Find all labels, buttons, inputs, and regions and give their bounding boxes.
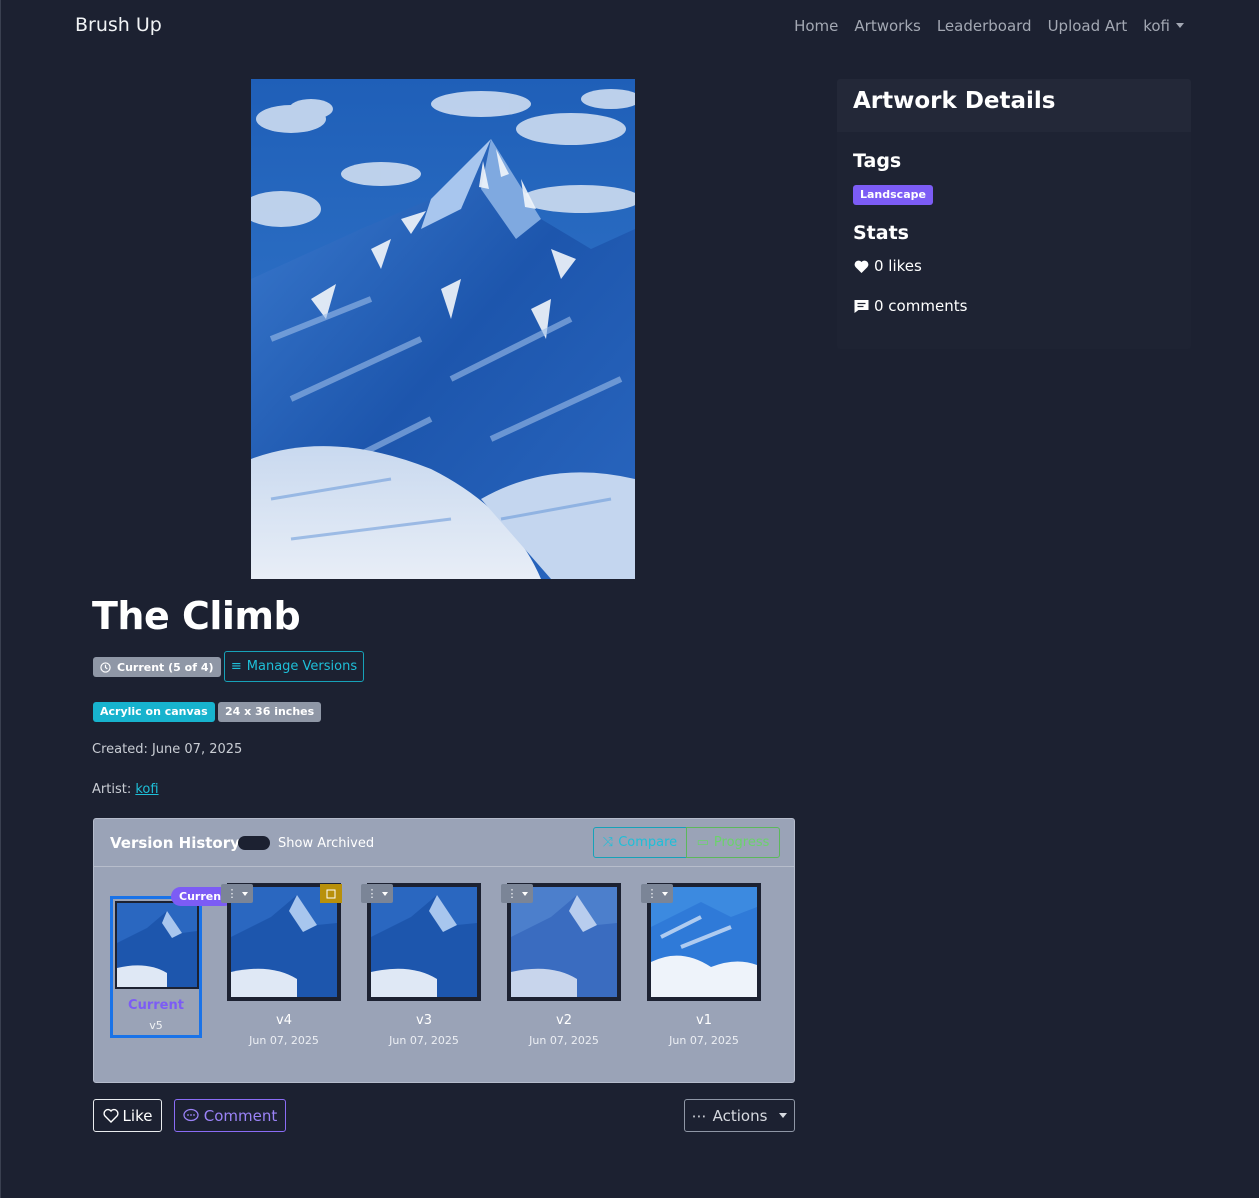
version-v3-label: v3	[416, 1013, 432, 1028]
version-current-label: Current	[128, 998, 184, 1013]
comment-button[interactable]: Comment	[174, 1099, 286, 1132]
details-title: Artwork Details	[853, 88, 1056, 114]
likes-count: 0 likes	[874, 257, 922, 275]
version-v2-date: Jun 07, 2025	[529, 1034, 599, 1047]
user-menu[interactable]: kofi	[1143, 17, 1184, 35]
brand-logo[interactable]: Brush Up	[75, 14, 162, 36]
version-v2-label: v2	[556, 1013, 572, 1028]
artist-link[interactable]: kofi	[135, 782, 158, 797]
artwork-title: The Climb	[92, 594, 301, 638]
version-current-card[interactable]: Current v5	[110, 896, 202, 1038]
version-v1-date: Jun 07, 2025	[669, 1034, 739, 1047]
artist-line: Artist: kofi	[92, 782, 159, 797]
nav-links: Home Artworks Leaderboard Upload Art kof…	[794, 17, 1184, 35]
clock-icon	[100, 661, 111, 673]
comment-label: Comment	[203, 1106, 278, 1125]
comments-stat: 0 comments	[853, 297, 967, 315]
show-archived-label: Show Archived	[278, 836, 375, 851]
mountain-painting	[251, 79, 635, 579]
artist-label: Artist:	[92, 782, 136, 797]
show-archived-toggle[interactable]	[238, 836, 270, 850]
manage-versions-label: Manage Versions	[246, 659, 358, 674]
comments-count: 0 comments	[874, 297, 968, 315]
nav-link-home[interactable]: Home	[794, 17, 838, 35]
version-history-panel: Version History Show Archived ⤨ Compare …	[93, 818, 795, 1083]
more-icon: ⋯	[691, 1106, 707, 1125]
actions-label: Actions	[712, 1106, 768, 1125]
navbar: Brush Up Home Artworks Leaderboard Uploa…	[1, 0, 1259, 54]
caret-down-icon	[779, 1113, 788, 1118]
version-v1-label: v1	[696, 1013, 712, 1028]
created-date: Created: June 07, 2025	[92, 742, 243, 757]
tag-landscape[interactable]: Landscape	[853, 185, 933, 205]
version-v2-menu-button[interactable]: ⋮	[501, 884, 533, 903]
progress-button[interactable]: ▭ Progress	[686, 827, 780, 858]
list-icon: ≡	[230, 659, 242, 674]
medium-badge: Acrylic on canvas	[93, 702, 215, 722]
size-badge: 24 x 36 inches	[218, 702, 322, 722]
actions-dropdown-button[interactable]: ⋯ Actions	[684, 1099, 795, 1132]
shuffle-icon: ⤨	[602, 835, 614, 850]
like-button[interactable]: Like	[93, 1099, 162, 1132]
nav-link-leaderboard[interactable]: Leaderboard	[937, 17, 1032, 35]
version-badge-label: Current (5 of 4)	[117, 660, 214, 674]
version-current-thumbnail	[115, 901, 199, 989]
version-v4-label: v4	[276, 1013, 292, 1028]
nav-link-upload-art[interactable]: Upload Art	[1048, 17, 1128, 35]
caret-down-icon	[1176, 23, 1184, 28]
note-icon[interactable]	[320, 884, 342, 903]
likes-stat: 0 likes	[853, 257, 922, 275]
version-v3-menu-button[interactable]: ⋮	[361, 884, 393, 903]
compare-button[interactable]: ⤨ Compare	[593, 827, 687, 858]
version-current-number: v5	[149, 1019, 163, 1032]
chart-icon: ▭	[696, 835, 709, 850]
version-badge: Current (5 of 4)	[93, 657, 221, 677]
heart-icon	[854, 260, 869, 273]
artwork-image	[251, 79, 635, 579]
nav-link-artworks[interactable]: Artworks	[854, 17, 920, 35]
user-name: kofi	[1143, 17, 1170, 35]
artwork-details-card: Artwork Details Tags Landscape Stats 0 l…	[837, 79, 1191, 349]
version-history-header: Version History Show Archived ⤨ Compare …	[94, 819, 794, 867]
version-v4-date: Jun 07, 2025	[249, 1034, 319, 1047]
progress-label: Progress	[713, 835, 770, 850]
manage-versions-button[interactable]: ≡ Manage Versions	[224, 651, 364, 682]
tags-heading: Tags	[853, 150, 902, 172]
like-label: Like	[122, 1106, 153, 1125]
comment-icon	[854, 299, 869, 313]
details-header: Artwork Details	[837, 79, 1191, 132]
version-v3-date: Jun 07, 2025	[389, 1034, 459, 1047]
stats-heading: Stats	[853, 222, 909, 244]
chat-bubble-icon	[183, 1108, 199, 1122]
version-v1-menu-button[interactable]: ⋮	[641, 884, 673, 903]
version-history-title: Version History	[110, 834, 240, 852]
heart-icon	[102, 1108, 119, 1123]
compare-label: Compare	[618, 835, 678, 850]
version-v4-menu-button[interactable]: ⋮	[221, 884, 253, 903]
